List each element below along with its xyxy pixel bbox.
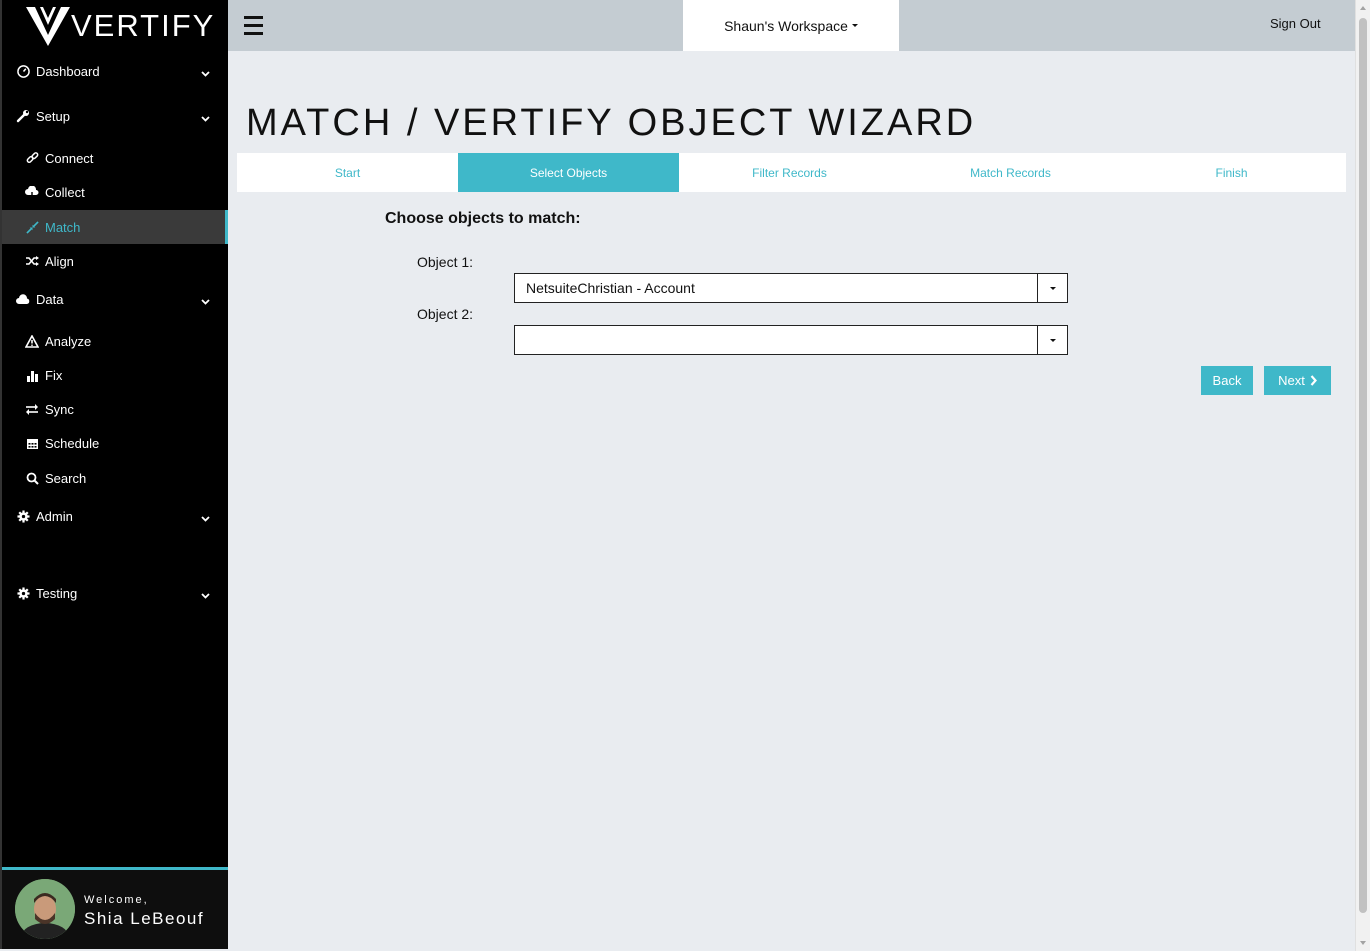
workspace-dropdown[interactable]: Shaun's Workspace bbox=[683, 0, 899, 51]
page-title: MATCH / VERTIFY OBJECT WIZARD bbox=[246, 102, 977, 144]
user-panel: Welcome, Shia LeBeouf bbox=[2, 867, 228, 949]
cloud-download-icon bbox=[25, 185, 39, 199]
shuffle-icon bbox=[25, 254, 39, 268]
sidebar-item-label: Align bbox=[45, 253, 74, 269]
sidebar-item-sync[interactable]: Sync bbox=[2, 392, 228, 426]
sidebar-item-label: Match bbox=[45, 219, 81, 235]
chevron-down-icon bbox=[201, 510, 210, 525]
wizard-step-finish[interactable]: Finish bbox=[1121, 153, 1342, 192]
dashboard-icon bbox=[16, 64, 30, 78]
user-name: Shia LeBeouf bbox=[84, 909, 205, 928]
gear-icon bbox=[16, 586, 30, 600]
wizard-step-start[interactable]: Start bbox=[237, 153, 458, 192]
nav-section-label: Admin bbox=[36, 508, 73, 524]
caret-down-icon bbox=[1049, 286, 1056, 290]
gear-icon bbox=[16, 509, 30, 523]
sidebar-item-label: Fix bbox=[45, 367, 63, 383]
bar-chart-icon bbox=[25, 368, 39, 382]
object1-label: Object 1: bbox=[417, 254, 474, 270]
sidebar-item-fix[interactable]: Fix bbox=[2, 358, 228, 392]
chevron-down-icon bbox=[201, 65, 210, 80]
caret-down-icon bbox=[851, 24, 858, 27]
back-button-label: Back bbox=[1212, 373, 1242, 388]
chevron-right-icon bbox=[1310, 375, 1317, 386]
compress-icon bbox=[25, 220, 39, 234]
sidebar-item-align[interactable]: Align bbox=[2, 244, 228, 278]
link-icon bbox=[25, 151, 39, 165]
wizard-steps: Start Select Objects Filter Records Matc… bbox=[237, 153, 1346, 192]
wizard-step-match-records[interactable]: Match Records bbox=[900, 153, 1121, 192]
sidebar-item-collect[interactable]: Collect bbox=[2, 175, 228, 209]
scroll-down-icon[interactable] bbox=[1360, 941, 1366, 945]
top-bar: Shaun's Workspace Sign Out bbox=[228, 0, 1355, 51]
sidebar-item-search[interactable]: Search bbox=[2, 461, 228, 495]
scrollbar-thumb[interactable] bbox=[1359, 18, 1367, 913]
wizard-step-filter-records[interactable]: Filter Records bbox=[679, 153, 900, 192]
object2-select[interactable] bbox=[514, 325, 1068, 355]
hamburger-menu-icon[interactable] bbox=[244, 16, 263, 36]
sidebar-item-label: Connect bbox=[45, 150, 94, 166]
welcome-text: Welcome, bbox=[84, 894, 149, 906]
wizard-step-select-objects[interactable]: Select Objects bbox=[458, 153, 679, 192]
vertify-v-logo-icon bbox=[26, 7, 70, 46]
object1-dropdown-button[interactable] bbox=[1037, 274, 1067, 302]
vertify-logo[interactable]: VERTIFY bbox=[2, 0, 228, 50]
chevron-down-icon bbox=[201, 110, 210, 125]
search-icon bbox=[25, 471, 39, 485]
chevron-down-icon bbox=[201, 293, 210, 308]
nav-section-label: Testing bbox=[36, 585, 78, 601]
back-button[interactable]: Back bbox=[1201, 366, 1253, 395]
nav-section-label: Data bbox=[36, 291, 64, 307]
object2-value bbox=[515, 326, 1037, 354]
nav-section-label: Dashboard bbox=[36, 63, 100, 79]
warning-icon bbox=[25, 334, 39, 348]
sidebar-item-label: Search bbox=[45, 470, 87, 486]
sidebar-item-label: Sync bbox=[45, 401, 74, 417]
sidebar-item-label: Analyze bbox=[45, 333, 92, 349]
sidebar-item-connect[interactable]: Connect bbox=[2, 141, 228, 175]
workspace-name: Shaun's Workspace bbox=[724, 17, 848, 34]
caret-down-icon bbox=[1049, 338, 1056, 342]
calendar-icon bbox=[25, 436, 39, 450]
nav-section-setup[interactable]: Setup bbox=[2, 99, 228, 133]
object1-value: NetsuiteChristian - Account bbox=[526, 280, 695, 296]
object1-select[interactable]: NetsuiteChristian - Account bbox=[514, 273, 1068, 303]
chevron-down-icon bbox=[201, 587, 210, 602]
sidebar-item-analyze[interactable]: Analyze bbox=[2, 324, 228, 358]
object2-dropdown-button[interactable] bbox=[1037, 326, 1067, 354]
sidebar-item-schedule[interactable]: Schedule bbox=[2, 426, 228, 460]
nav-section-testing[interactable]: Testing bbox=[2, 576, 228, 610]
sidebar-item-label: Collect bbox=[45, 184, 85, 200]
next-button[interactable]: Next bbox=[1264, 366, 1331, 395]
avatar[interactable] bbox=[15, 879, 75, 939]
scroll-up-icon[interactable] bbox=[1360, 6, 1366, 10]
next-button-label: Next bbox=[1278, 373, 1305, 388]
object2-label: Object 2: bbox=[417, 306, 474, 322]
wrench-icon bbox=[16, 109, 30, 123]
sidebar: VERTIFY Dashboard Setup Connect Collect … bbox=[0, 0, 228, 949]
nav-section-label: Setup bbox=[36, 108, 70, 124]
nav-section-admin[interactable]: Admin bbox=[2, 499, 228, 533]
nav-section-data[interactable]: Data bbox=[2, 282, 228, 316]
sidebar-item-label: Schedule bbox=[45, 435, 100, 451]
exchange-icon bbox=[25, 402, 39, 416]
sign-out-link[interactable]: Sign Out bbox=[1270, 16, 1321, 31]
section-heading: Choose objects to match: bbox=[385, 210, 581, 227]
sidebar-item-match[interactable]: Match bbox=[2, 210, 228, 244]
vertical-scrollbar[interactable] bbox=[1355, 0, 1370, 951]
nav-section-dashboard[interactable]: Dashboard bbox=[2, 54, 228, 88]
brand-name: VERTIFY bbox=[71, 7, 216, 43]
cloud-icon bbox=[16, 292, 30, 306]
